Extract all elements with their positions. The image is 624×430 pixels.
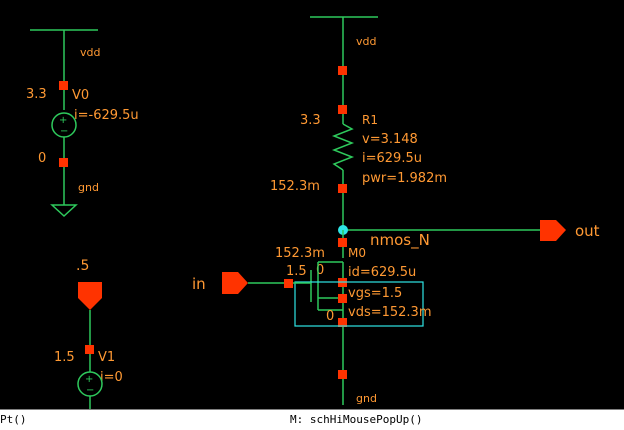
m0-name-label: M0 [348,246,366,260]
m0-bulk-pin[interactable] [338,294,347,303]
m0-nmos[interactable]: nmos_N M0 152.3m 1.5 0 id=629.5u vgs=1.5… [275,230,432,405]
v0-voltage-label: 3.3 [26,87,47,102]
m0-gate-pin[interactable] [284,279,293,288]
v1-top-pin-icon[interactable] [78,282,102,310]
v1-name-label: V1 [98,350,115,365]
v1-top-pin[interactable] [85,345,94,354]
status-left-text: Pt() [0,413,27,426]
v0-ground-icon [50,204,78,218]
r1-vdd-pin[interactable] [338,66,347,75]
v1-current-label: i=0 [100,370,123,385]
v0-minus-sign: − [60,126,68,137]
v0-bottom-pin[interactable] [59,158,68,167]
v0-name-label: V0 [72,88,89,103]
m0-gnd-net-label: gnd [356,392,377,405]
m0-gate-node-label: 1.5 [286,264,307,279]
r1-power-label: pwr=1.982m [362,171,447,186]
m0-drain-pin[interactable] [338,238,347,247]
out-pin-label: out [575,222,600,240]
v1-source[interactable]: .5 1.5 V1 i=0 + − [54,258,123,409]
v0-source[interactable]: vdd 3.3 V0 i=-629.5u + − 0 gnd [26,29,139,218]
r1-top-net-label: vdd [356,35,376,48]
m0-bulk-node-label: 0 [316,263,324,278]
r1-bottom-pin[interactable] [338,184,347,193]
status-bar: Pt() M: schHiMousePopUp() [0,409,624,430]
m0-vds-label: vds=152.3m [348,305,432,320]
out-pin-icon[interactable] [540,220,566,241]
m0-model-label: nmos_N [370,231,430,250]
in-pin-label: in [192,275,206,293]
v0-top-net-label: vdd [80,46,100,59]
schematic-canvas[interactable]: vdd 3.3 V0 i=-629.5u + − 0 gnd vdd 3.3 R… [0,0,624,409]
r1-name-label: R1 [362,113,378,127]
v0-gnd-net-label: gnd [78,181,99,194]
r1-branch[interactable]: vdd 3.3 R1 v=3.148 i=629.5u pwr=1.982m 1… [270,16,447,230]
r1-top-node-label: 3.3 [300,113,321,128]
v1-plus-sign: + [85,374,93,385]
m0-vgs-label: vgs=1.5 [348,286,402,301]
v1-top-pin-label: .5 [76,258,89,274]
in-pin-icon[interactable] [222,272,248,294]
r1-bottom-node-label: 152.3m [270,179,320,194]
r1-top-pin[interactable] [338,105,347,114]
r1-voltage-label: v=3.148 [362,132,418,147]
m0-gnd-pin[interactable] [338,370,347,379]
m0-drain-node-label: 152.3m [275,246,325,261]
v0-current-label: i=-629.5u [74,108,139,123]
status-right-text: M: schHiMousePopUp() [290,413,423,426]
v1-voltage-label: 1.5 [54,350,75,365]
r1-current-label: i=629.5u [362,151,422,166]
m0-source-node-label: 0 [326,309,334,324]
v0-plus-sign: + [59,115,67,126]
r1-zigzag-symbol [331,123,355,171]
v0-bottom-node-label: 0 [38,151,46,166]
v1-minus-sign: − [86,385,94,396]
v0-top-pin[interactable] [59,81,68,90]
m0-id-label: id=629.5u [348,265,416,280]
